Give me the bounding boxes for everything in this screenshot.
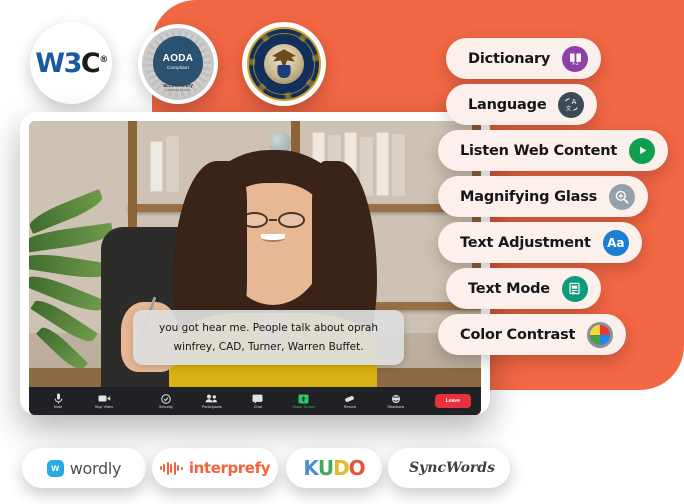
text-size-glyph: Aa (607, 235, 625, 250)
menu-item-language[interactable]: Language A文 (446, 84, 598, 125)
registered-mark-icon: ® (99, 54, 108, 65)
logo-wordly[interactable]: w wordly (22, 448, 146, 488)
menu-item-label: Listen Web Content (460, 142, 618, 159)
shield-icon (277, 65, 291, 78)
reactions-icon (391, 393, 401, 404)
live-caption-box: you got hear me. People talk about oprah… (132, 310, 405, 366)
menu-item-text-adjustment[interactable]: Text Adjustment Aa (438, 222, 642, 263)
menu-item-label: Color Contrast (460, 326, 576, 343)
interprefy-label: interprefy (188, 459, 271, 477)
doj-seal-center (264, 44, 304, 84)
smile (260, 233, 286, 243)
toolbar-button-stop-video[interactable]: Stop Video (81, 393, 127, 409)
shield-icon (161, 393, 171, 404)
color-wheel-icon (587, 321, 614, 348)
menu-item-magnifying-glass[interactable]: Magnifying Glass (438, 176, 649, 217)
svg-text:A-Z: A-Z (572, 61, 579, 66)
participant-person (121, 150, 382, 415)
people-icon (205, 393, 218, 404)
w3c-text-primary: W3 (35, 47, 82, 79)
video-camera-icon (98, 393, 111, 404)
menu-item-dictionary[interactable]: Dictionary A-Z (446, 38, 602, 79)
doj-seal (247, 27, 321, 101)
wordly-mark-icon: w (46, 459, 64, 477)
badge-w3c: W3C® (30, 22, 112, 104)
video-feed: you got hear me. People talk about oprah… (29, 121, 481, 415)
logo-kudo[interactable]: KUDO (286, 448, 382, 488)
text-size-icon: Aa (602, 229, 629, 256)
kudo-label: KUDO (303, 456, 366, 480)
menu-item-text-mode[interactable]: Text Mode (446, 268, 601, 309)
toolbar-label: Stop Video (94, 405, 114, 409)
office-background (29, 121, 481, 415)
syncwords-label: SyncWords (409, 460, 495, 476)
toolbar-button-record[interactable]: Record (327, 393, 373, 409)
share-screen-icon (298, 393, 309, 404)
toolbar-label: Share Screen (292, 405, 316, 409)
video-conference-card: you got hear me. People talk about oprah… (20, 112, 490, 415)
toolbar-label: Record (343, 405, 356, 409)
zoom-meeting-toolbar: Mute Stop Video Security Participants Ch… (29, 387, 481, 415)
aoda-title: AODA (162, 52, 194, 64)
aoda-subtitle: Compliant (166, 64, 190, 70)
toolbar-label: Mute (53, 405, 63, 409)
eyeglasses-icon (241, 212, 305, 228)
doj-ring-text (249, 29, 319, 99)
aoda-footer: accessibility ASSOCIATION (142, 83, 214, 93)
menu-item-label: Language (468, 96, 547, 113)
magnifier-icon (609, 183, 636, 210)
menu-item-listen-web-content[interactable]: Listen Web Content (438, 130, 669, 171)
microphone-icon (54, 393, 63, 404)
svg-text:A: A (572, 98, 577, 106)
toolbar-label: Chat (253, 405, 262, 409)
aoda-ring: AODA Compliant accessibility ASSOCIATION (142, 28, 214, 100)
w3c-logo: W3C® (35, 47, 108, 79)
menu-item-color-contrast[interactable]: Color Contrast (438, 314, 627, 355)
toolbar-label: Security (159, 405, 173, 409)
toolbar-label: Reactions (387, 405, 405, 409)
toolbar-label: Participants (201, 405, 222, 409)
toolbar-button-share-screen[interactable]: Share Screen (281, 393, 327, 409)
badge-doj (242, 22, 326, 106)
kudo-letter: O (348, 456, 366, 480)
menu-item-label: Text Adjustment (460, 234, 591, 251)
caption-line-2: winfrey, CAD, Turner, Warren Buffet. (173, 340, 364, 353)
aoda-footer-sub: ASSOCIATION (165, 88, 191, 93)
toolbar-button-chat[interactable]: Chat (235, 393, 281, 409)
toolbar-button-reactions[interactable]: Reactions (373, 393, 419, 409)
menu-item-label: Text Mode (468, 280, 550, 297)
svg-text:文: 文 (566, 105, 572, 113)
page-root: W3C® AODA Compliant accessibility ASSOCI… (0, 0, 684, 504)
kudo-letter: K (303, 456, 318, 480)
eagle-icon (272, 49, 296, 70)
record-icon (344, 393, 355, 404)
document-icon (561, 275, 588, 302)
aoda-center: AODA Compliant (153, 36, 203, 86)
translate-icon: A文 (558, 91, 585, 118)
interprefy-waveform-icon (159, 461, 183, 475)
wordly-label: wordly (69, 458, 122, 478)
chat-bubble-icon (252, 393, 263, 404)
logo-syncwords[interactable]: SyncWords (388, 448, 510, 488)
leave-meeting-button[interactable]: Leave (434, 394, 471, 408)
badge-aoda: AODA Compliant accessibility ASSOCIATION (138, 24, 218, 104)
menu-item-label: Magnifying Glass (460, 188, 598, 205)
menu-item-label: Dictionary (468, 50, 551, 67)
kudo-letter: D (333, 456, 350, 480)
dictionary-book-icon: A-Z (562, 45, 589, 72)
caption-line-1: you got hear me. People talk about oprah (159, 322, 379, 335)
play-icon (629, 137, 656, 164)
toolbar-button-security[interactable]: Security (143, 393, 189, 409)
compliance-badges: W3C® AODA Compliant accessibility ASSOCI… (14, 8, 334, 112)
logo-interprefy[interactable]: interprefy (152, 448, 278, 488)
toolbar-button-mute[interactable]: Mute (35, 393, 81, 409)
partner-logos: w wordly interprefy KUDO SyncWords (8, 446, 510, 494)
w3c-text-secondary: C (80, 47, 101, 79)
toolbar-button-participants[interactable]: Participants (189, 393, 235, 409)
kudo-letter: U (317, 456, 334, 480)
